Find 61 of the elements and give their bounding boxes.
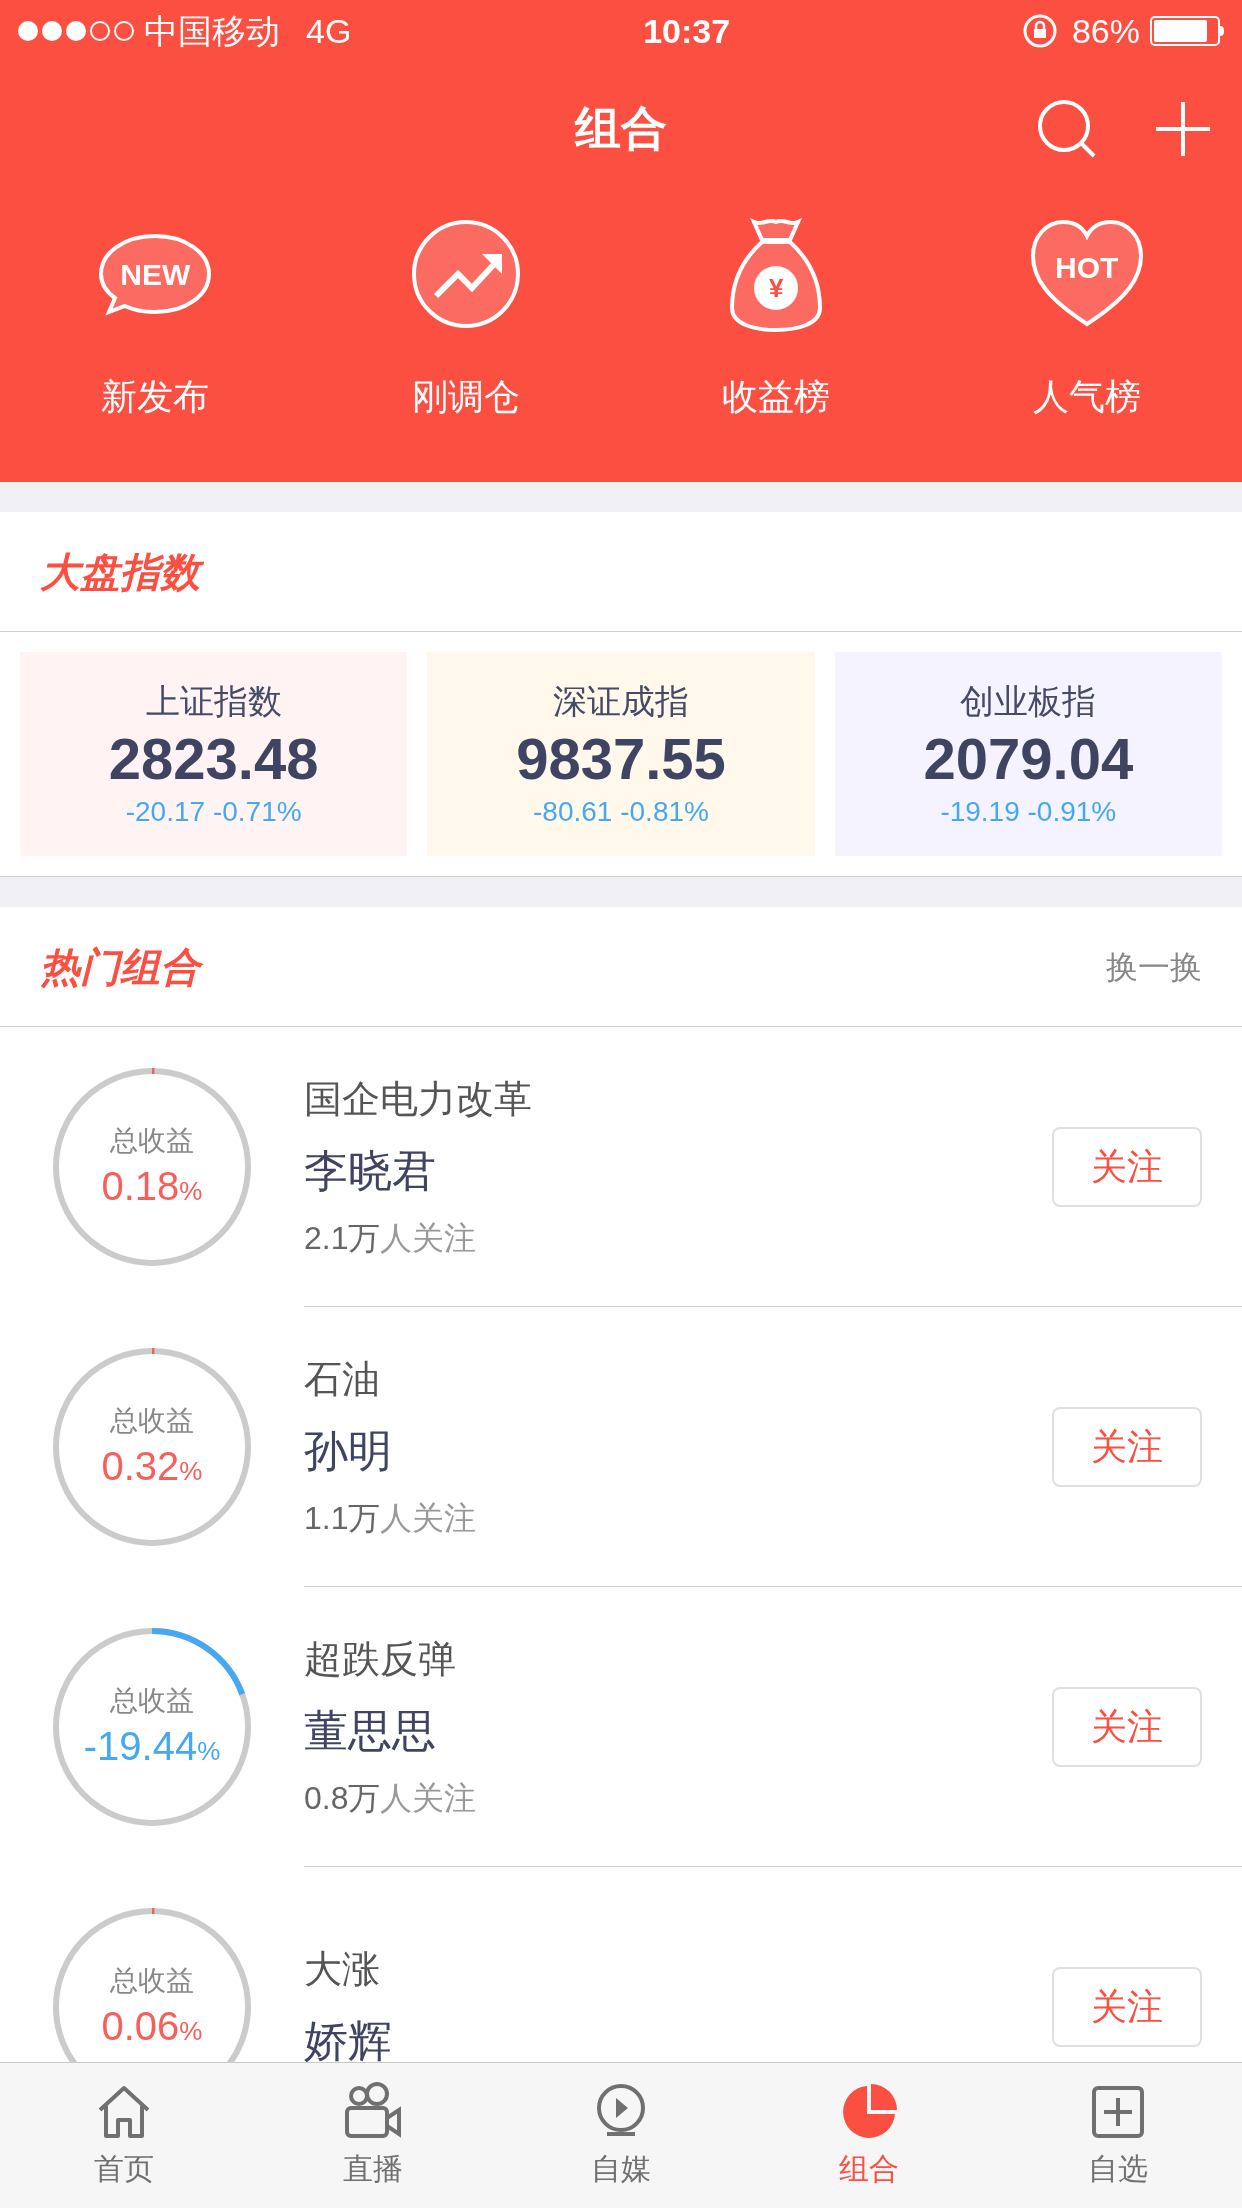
index-name: 深证成指 xyxy=(553,680,689,722)
ring-label: 总收益 xyxy=(110,1963,194,1998)
return-value: -19.44% xyxy=(83,1722,221,1770)
shortcut-button[interactable]: HOT 人气榜 xyxy=(931,194,1242,482)
yuan-sign: ¥ xyxy=(769,271,784,305)
shortcut-button[interactable]: 刚调仓 xyxy=(310,194,621,482)
search-icon[interactable] xyxy=(1036,98,1098,160)
follow-button[interactable]: 关注 xyxy=(1052,1126,1202,1207)
battery-icon xyxy=(1150,16,1224,46)
ring-label: 总收益 xyxy=(110,1683,194,1718)
follower-count: 1.1万人关注 xyxy=(304,1499,478,1538)
tab-bar-item[interactable]: 自选 xyxy=(993,2063,1242,2208)
carrier-name: 中国移动 xyxy=(144,10,280,52)
index-card[interactable]: 创业板指 2079.04 -19.19 -0.91% xyxy=(834,652,1222,856)
index-card[interactable]: 上证指数 2823.48 -20.17 -0.71% xyxy=(20,652,408,856)
page-title: 组合 xyxy=(575,100,667,156)
return-ring-fill xyxy=(151,1348,155,1355)
manager-name: 孙明 xyxy=(304,1425,393,1477)
return-ring-fill xyxy=(151,1068,155,1075)
follower-count: 2.1万人关注 xyxy=(304,1219,478,1258)
portfolio-name: 超跌反弹 xyxy=(304,1637,457,1682)
refresh-link[interactable]: 换一换 xyxy=(1106,942,1202,991)
follow-button[interactable]: 关注 xyxy=(1052,1686,1202,1767)
add-icon[interactable] xyxy=(1154,100,1212,158)
index-value: 9837.55 xyxy=(516,726,726,791)
manager-name: 董思思 xyxy=(304,1705,437,1757)
network-type: 4G xyxy=(306,10,352,52)
tab-bar-item[interactable]: 自媒 xyxy=(496,2063,746,2208)
portfolio-name: 大涨 xyxy=(304,1946,381,1992)
battery-percent: 86% xyxy=(1071,10,1140,52)
clock: 10:37 xyxy=(643,10,731,52)
index-value: 2823.48 xyxy=(108,726,319,791)
return-value: 0.06% xyxy=(101,2002,203,2050)
portfolio-name: 国企电力改革 xyxy=(304,1077,533,1122)
tab-bar-item[interactable]: 组合 xyxy=(745,2063,994,2208)
manager-name: 李晓君 xyxy=(304,1145,437,1197)
ring-label: 总收益 xyxy=(110,1403,194,1438)
follow-button[interactable]: 关注 xyxy=(1052,1967,1202,2047)
return-value: 0.32% xyxy=(101,1442,203,1490)
tab-bar-item[interactable]: 首页 xyxy=(0,2063,249,2208)
index-name: 创业板指 xyxy=(960,680,1097,722)
ring-label: 总收益 xyxy=(110,1123,194,1158)
follower-count: 0.8万人关注 xyxy=(304,1779,478,1818)
return-value: 0.18% xyxy=(101,1162,203,1210)
index-change: -20.17 -0.71% xyxy=(125,794,302,829)
signal-strength-icon xyxy=(18,21,134,41)
follow-button[interactable]: 关注 xyxy=(1052,1406,1202,1487)
index-change: -80.61 -0.81% xyxy=(533,794,709,829)
index-card[interactable]: 深证成指 9837.55 -80.61 -0.81% xyxy=(427,652,815,856)
new-badge-text: NEW xyxy=(120,256,191,293)
shortcut-button[interactable]: ¥ 收益榜 xyxy=(621,194,932,482)
hot-badge-text: HOT xyxy=(1055,249,1119,286)
index-change: -19.19 -0.91% xyxy=(940,794,1117,829)
tab-bar-item[interactable]: 直播 xyxy=(248,2063,497,2208)
rotation-lock-icon xyxy=(1021,13,1058,49)
manager-name: 娇辉 xyxy=(304,2014,393,2062)
return-ring-fill xyxy=(151,1908,155,1915)
index-value: 2079.04 xyxy=(923,726,1134,791)
portfolio-name: 石油 xyxy=(304,1357,381,1402)
index-name: 上证指数 xyxy=(145,680,282,722)
shortcut-button[interactable]: NEW 新发布 xyxy=(0,194,311,482)
